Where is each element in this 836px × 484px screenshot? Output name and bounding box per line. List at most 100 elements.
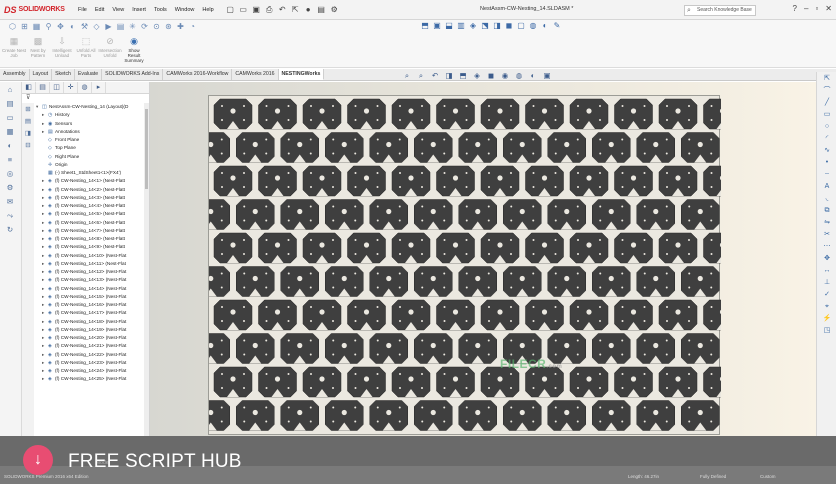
nested-part[interactable] — [569, 299, 609, 331]
nested-part[interactable] — [369, 333, 408, 364]
cam-setup-icon[interactable]: ⊟ — [23, 141, 33, 151]
menu-file[interactable]: File — [78, 7, 87, 13]
tree-node[interactable]: ◇ Right Plane — [36, 153, 149, 161]
tree-part-node[interactable]: ▸ ◈ (f) CW-Nesting_14<10> (Nest-Flat — [36, 252, 149, 260]
nested-part[interactable] — [258, 299, 297, 331]
nested-part[interactable] — [236, 132, 275, 163]
tree-scroll-thumb[interactable] — [145, 109, 148, 189]
tree-scrollbar[interactable] — [144, 103, 149, 436]
toolbox-icon[interactable]: ⚙ — [3, 182, 17, 194]
tree-part-node[interactable]: ▸ ◈ (f) CW-Nesting_14<6> (Nest-Flatt — [36, 219, 149, 227]
feature-manager-icon[interactable]: ◧ — [22, 82, 36, 93]
tree-part-node[interactable]: ▸ ◈ (f) CW-Nesting_14<25> (Nest-Flat — [36, 375, 149, 383]
nested-part[interactable] — [503, 400, 542, 431]
instant2d-icon[interactable]: ◳ — [821, 326, 833, 336]
nested-part[interactable] — [236, 266, 275, 297]
options-gear-icon[interactable]: ⚙ — [330, 5, 339, 14]
smart-dimension-icon[interactable]: ↔ — [821, 266, 833, 276]
nested-part[interactable] — [503, 199, 542, 230]
motion-icon[interactable]: ↻ — [3, 224, 17, 236]
fillet-icon[interactable]: ◟ — [821, 194, 833, 204]
mate-icon[interactable]: ⊞ — [20, 22, 29, 31]
download-icon[interactable]: ↓ — [23, 445, 53, 475]
smart-fasteners-icon[interactable]: ⚲ — [44, 22, 53, 31]
nested-part[interactable] — [614, 366, 653, 398]
new-motion-study-icon[interactable]: ▶ — [104, 22, 113, 31]
nested-part[interactable] — [703, 98, 722, 130]
nested-part[interactable] — [614, 98, 653, 130]
tab-nestingworks[interactable]: NESTINGWorks — [278, 69, 325, 80]
hide-show-items-icon[interactable]: ◉ — [500, 71, 510, 80]
nested-part[interactable] — [347, 299, 386, 331]
nested-part[interactable] — [302, 232, 342, 264]
tab-evaluate[interactable]: Evaluate — [75, 69, 103, 80]
nested-part[interactable] — [369, 400, 408, 431]
nested-part[interactable] — [213, 98, 253, 130]
front-view-icon[interactable]: ▣ — [432, 21, 442, 31]
nested-part[interactable] — [636, 132, 675, 163]
tab-sketch[interactable]: Sketch — [52, 69, 75, 80]
view-settings-icon[interactable]: ▣ — [542, 71, 552, 80]
tree-part-node[interactable]: ▸ ◈ (f) CW-Nesting_14<4> (Nest-Flatt — [36, 202, 149, 210]
forum-icon[interactable]: ✉ — [3, 196, 17, 208]
nested-part[interactable] — [369, 132, 408, 163]
nested-part[interactable] — [209, 333, 230, 364]
nested-part[interactable] — [325, 400, 364, 431]
tab-camworks[interactable]: CAMWorks 2016 — [232, 69, 279, 80]
new-document-icon[interactable]: ▢ — [226, 5, 235, 14]
nested-parts-layout[interactable] — [209, 96, 721, 436]
nested-part[interactable] — [703, 366, 722, 398]
nested-part[interactable] — [347, 165, 386, 197]
tangent-arc-icon[interactable]: ⌒ — [821, 86, 833, 96]
nested-part[interactable] — [258, 366, 297, 398]
tree-part-node[interactable]: ▸ ◈ (f) CW-Nesting_14<21> (Nest-Flat — [36, 342, 149, 350]
nested-part[interactable] — [213, 232, 253, 264]
tree-part-node[interactable]: ▸ ◈ (f) CW-Nesting_14<24> (Nest-Flat — [36, 367, 149, 375]
nested-part[interactable] — [480, 366, 520, 398]
nested-part[interactable] — [636, 199, 675, 230]
nested-part[interactable] — [414, 400, 453, 431]
tree-part-node[interactable]: ▸ ◈ (f) CW-Nesting_14<5> (Nest-Flatt — [36, 210, 149, 218]
edit-appearance-hud-icon[interactable]: ◍ — [514, 71, 524, 80]
nested-part[interactable] — [703, 165, 722, 197]
nested-part[interactable] — [209, 199, 230, 230]
dimxpert-icon[interactable]: ✛ — [64, 82, 78, 93]
scene-icon[interactable]: ◐ — [540, 21, 550, 31]
select-icon[interactable]: ⇱ — [291, 5, 300, 14]
nested-part[interactable] — [236, 400, 275, 431]
nested-part[interactable] — [414, 266, 453, 297]
edit-appearance-icon[interactable]: ◍ — [528, 21, 538, 31]
nested-part[interactable] — [658, 98, 698, 130]
tree-part-node[interactable]: ▸ ◈ (f) CW-Nesting_14<8> (Nest-Flatt — [36, 235, 149, 243]
tree-node[interactable]: ✛ Origin — [36, 161, 149, 169]
intersection-unfold-button[interactable]: ⊘ Intersection Unfold — [98, 36, 122, 63]
nest-by-pattern-button[interactable]: ▩ Nest by Pattern — [26, 36, 50, 63]
nested-part[interactable] — [258, 98, 297, 130]
nested-part[interactable] — [480, 98, 520, 130]
nested-part[interactable] — [347, 366, 386, 398]
nested-part[interactable] — [703, 232, 722, 264]
nested-part[interactable] — [547, 199, 586, 230]
nested-part[interactable] — [236, 199, 275, 230]
rebuild-icon[interactable]: ● — [304, 5, 313, 14]
nested-part[interactable] — [636, 333, 675, 364]
nested-part[interactable] — [280, 132, 319, 163]
nested-part[interactable] — [592, 266, 631, 297]
nested-part[interactable] — [280, 199, 319, 230]
tree-part-node[interactable]: ▸ ◈ (f) CW-Nesting_14<17> (Nest-Flat — [36, 309, 149, 317]
repair-sketch-icon[interactable]: ✓ — [821, 290, 833, 300]
menu-tools[interactable]: Tools — [154, 7, 167, 13]
nested-part[interactable] — [414, 132, 453, 163]
nested-part[interactable] — [436, 299, 475, 331]
intelligent-unload-button[interactable]: ⇩ Intelligent Unload — [50, 36, 74, 63]
display-style-icon[interactable]: ◼ — [486, 71, 496, 80]
solidworks-resources-icon[interactable]: ◎ — [3, 168, 17, 180]
add-relation-icon[interactable]: ⊥ — [821, 278, 833, 288]
open-folder-icon[interactable]: ▭ — [239, 5, 248, 14]
nested-part[interactable] — [614, 232, 653, 264]
nested-part[interactable] — [592, 400, 631, 431]
nested-part[interactable] — [658, 165, 698, 197]
tree-part-node[interactable]: ▸ ◈ (f) CW-Nesting_14<2> (Nest-Flatt — [36, 186, 149, 194]
move-entities-icon[interactable]: ✥ — [821, 254, 833, 264]
cam-operation-tree-icon[interactable]: ▤ — [23, 117, 33, 127]
